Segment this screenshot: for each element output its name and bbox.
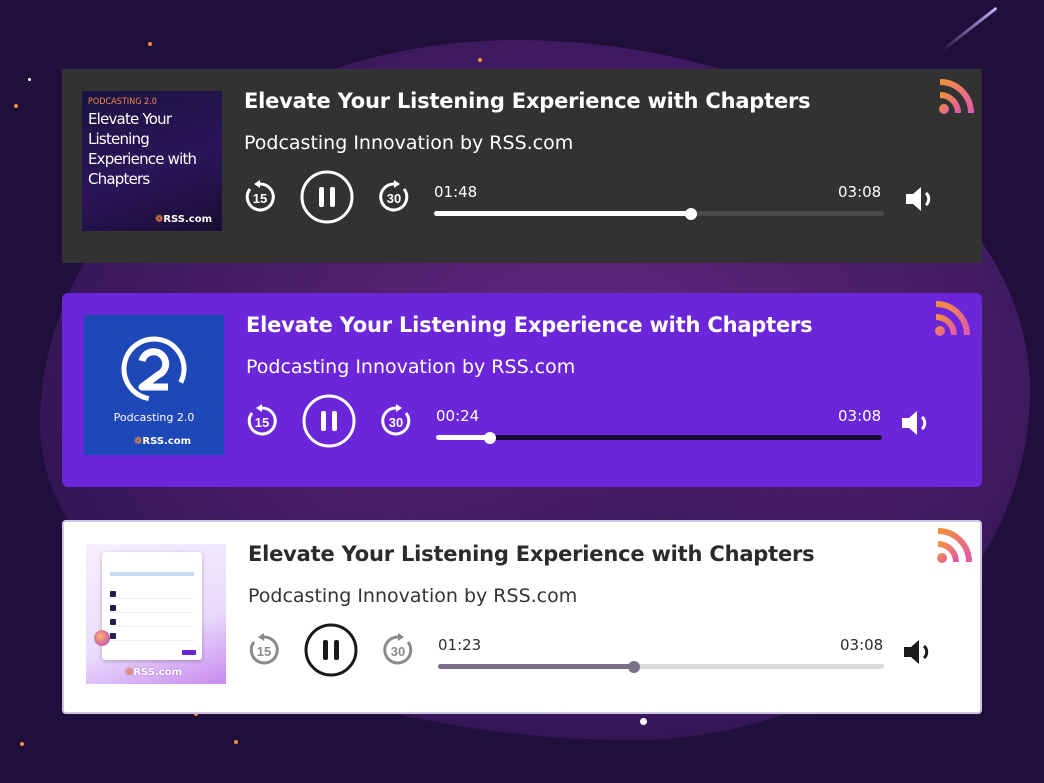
episode-cover-art: Podcasting 2.0 ❁RSS.com [84, 315, 224, 455]
episode-cover-art: PODCASTING 2.0 Elevate Your Listening Ex… [82, 91, 222, 231]
rss-feed-icon[interactable] [934, 301, 970, 337]
show-name: Podcasting Innovation by RSS.com [248, 585, 578, 607]
episode-title: Elevate Your Listening Experience with C… [248, 542, 815, 566]
svg-text:30: 30 [391, 644, 405, 659]
star-dot [14, 104, 18, 108]
cover-headline: Elevate Your Listening Experience with C… [88, 110, 197, 188]
skip-forward-30-button[interactable]: 30 [376, 179, 412, 215]
skip-forward-30-button[interactable]: 30 [378, 403, 414, 439]
pause-button[interactable] [304, 623, 358, 677]
skip-back-15-button[interactable]: 15 [244, 403, 280, 439]
podcasting-2-logo [121, 336, 187, 402]
cover-tag: PODCASTING 2.0 [88, 97, 157, 107]
skip-back-15-button[interactable]: 15 [242, 179, 278, 215]
svg-text:15: 15 [253, 191, 267, 206]
show-name: Podcasting Innovation by RSS.com [244, 132, 574, 154]
pause-button[interactable] [300, 170, 354, 224]
podcast-player-dark: PODCASTING 2.0 Elevate Your Listening Ex… [62, 69, 982, 263]
cover-screenshot-window [102, 552, 202, 660]
duration: 03:08 [838, 407, 882, 425]
current-time: 01:23 [438, 636, 482, 654]
current-time: 01:48 [434, 183, 478, 201]
progress-fill [436, 435, 490, 440]
star-dot [478, 58, 482, 62]
duration: 03:08 [840, 636, 884, 654]
cover-brand: ❁RSS.com [134, 436, 192, 447]
pause-button[interactable] [302, 394, 356, 448]
skip-back-15-button[interactable]: 15 [246, 632, 282, 668]
svg-text:30: 30 [389, 415, 403, 430]
volume-button[interactable] [902, 637, 936, 667]
progress-fill [434, 211, 691, 216]
episode-cover-art: ❁RSS.com [86, 544, 226, 684]
svg-text:15: 15 [255, 415, 269, 430]
volume-button[interactable] [904, 184, 938, 214]
cover-orb [94, 630, 110, 646]
star-dot [20, 742, 24, 746]
podcast-player-purple: Podcasting 2.0 ❁RSS.com Elevate Your Lis… [62, 293, 982, 487]
star-dot [640, 718, 647, 725]
podcast-player-white: ❁RSS.com Elevate Your Listening Experien… [62, 520, 982, 714]
progress-fill [438, 664, 635, 669]
progress-handle[interactable] [483, 431, 496, 444]
cover-brand: ❁RSS.com [124, 667, 182, 678]
skip-forward-30-button[interactable]: 30 [380, 632, 416, 668]
progress-handle[interactable] [628, 660, 641, 673]
svg-text:30: 30 [387, 191, 401, 206]
progress-track[interactable] [434, 207, 884, 220]
episode-title: Elevate Your Listening Experience with C… [244, 89, 811, 113]
shooting-star [940, 6, 998, 53]
progress-track[interactable] [436, 431, 882, 444]
star-dot [28, 78, 31, 81]
star-dot [148, 42, 152, 46]
progress-track[interactable] [438, 660, 884, 673]
duration: 03:08 [838, 183, 882, 201]
rss-feed-icon[interactable] [936, 528, 972, 564]
current-time: 00:24 [436, 407, 480, 425]
cover-show-name: Podcasting 2.0 [113, 411, 195, 424]
episode-title: Elevate Your Listening Experience with C… [246, 313, 813, 337]
rss-feed-icon[interactable] [938, 79, 974, 115]
cover-brand: ❁RSS.com [154, 214, 212, 225]
progress-handle[interactable] [684, 207, 697, 220]
show-name: Podcasting Innovation by RSS.com [246, 356, 576, 378]
svg-text:15: 15 [257, 644, 271, 659]
star-dot [234, 740, 238, 744]
volume-button[interactable] [900, 408, 934, 438]
